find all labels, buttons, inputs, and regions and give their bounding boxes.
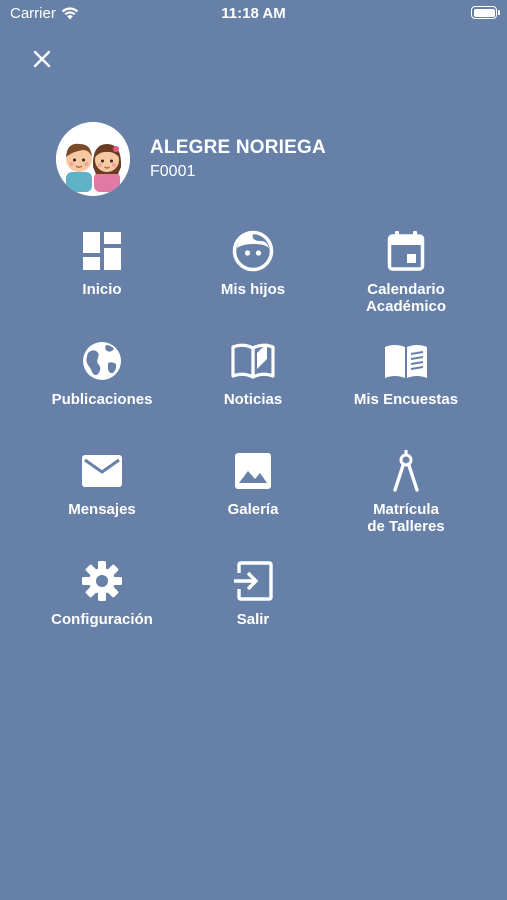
profile-header: ALEGRE NORIEGA F0001 [56, 122, 326, 196]
menu-item-label: Matrícula de Talleres [367, 501, 445, 535]
profile-name: ALEGRE NORIEGA [150, 137, 326, 158]
profile-code: F0001 [150, 163, 196, 180]
dashboard-icon [83, 232, 121, 270]
menu-item-matricula[interactable]: Matrícula de Talleres [331, 449, 481, 535]
menu-item-noticias[interactable]: Noticias [178, 339, 328, 408]
menu-item-configuracion[interactable]: Configuración [27, 559, 177, 628]
status-bar: Carrier 11:18 AM [0, 0, 507, 28]
open-book-icon [231, 343, 275, 379]
profile-info: ALEGRE NORIEGA F0001 [150, 137, 326, 181]
menu-item-publicaciones[interactable]: Publicaciones [27, 339, 177, 408]
close-icon [33, 50, 51, 68]
menu-item-label: Calendario Académico [365, 281, 447, 315]
menu-item-mensajes[interactable]: Mensajes [27, 449, 177, 518]
child-face-icon [232, 230, 274, 272]
status-time: 11:18 AM [221, 5, 286, 22]
menu-item-mis-hijos[interactable]: Mis hijos [178, 229, 328, 298]
mail-icon [82, 455, 122, 487]
menu-item-label: Configuración [51, 611, 153, 628]
calendar-icon [387, 231, 425, 271]
logout-icon [234, 561, 273, 601]
menu-item-mis-encuestas[interactable]: Mis Encuestas [331, 339, 481, 408]
menu-item-label: Galería [227, 501, 279, 518]
menu-item-label: Mis Encuestas [353, 391, 459, 408]
avatar [56, 122, 130, 196]
menu-item-galeria[interactable]: Galería [178, 449, 328, 518]
menu-item-label: Mensajes [68, 501, 136, 518]
compass-icon [393, 450, 419, 492]
gear-icon [82, 561, 122, 601]
menu-item-label: Noticias [223, 391, 283, 408]
image-icon [235, 453, 271, 489]
close-button[interactable] [28, 45, 56, 73]
globe-icon [83, 342, 121, 380]
menu-item-label: Inicio [82, 281, 122, 298]
menu-item-label: Publicaciones [51, 391, 153, 408]
menu-item-label: Salir [236, 611, 270, 628]
book-lines-icon [385, 345, 427, 378]
battery-icon [471, 6, 500, 19]
menu-item-label: Mis hijos [220, 281, 286, 298]
menu-item-salir[interactable]: Salir [178, 559, 328, 628]
menu-item-inicio[interactable]: Inicio [27, 229, 177, 298]
children-avatar [56, 122, 130, 196]
menu-item-calendario[interactable]: Calendario Académico [331, 229, 481, 315]
